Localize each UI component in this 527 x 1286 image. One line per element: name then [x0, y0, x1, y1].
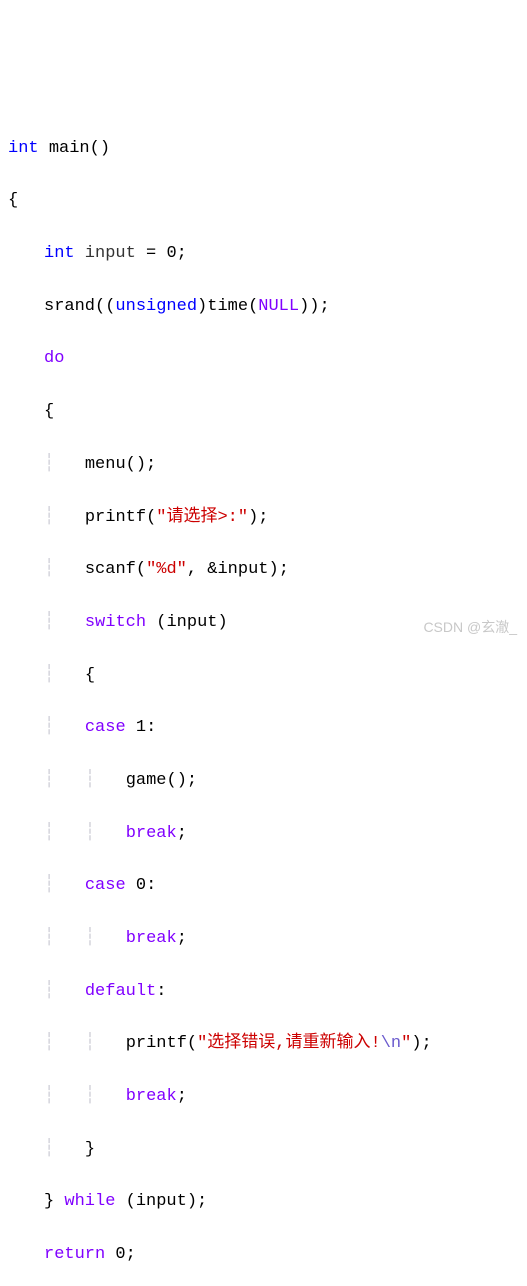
keyword-type: int — [44, 244, 75, 263]
code-line: ┆ } — [8, 1137, 519, 1163]
function-name: main — [49, 139, 90, 158]
keyword-do: do — [44, 349, 64, 368]
keyword-case: case — [85, 876, 126, 895]
code-line: ┆ scanf("%d", &input); — [8, 557, 519, 583]
code-line: ┆ case 1: — [8, 715, 519, 741]
code-line: srand((unsigned)time(NULL)); — [8, 294, 519, 320]
code-line: ┆ ┆ break; — [8, 1084, 519, 1110]
code-line: ┆ ┆ break; — [8, 926, 519, 952]
code-line: { — [8, 399, 519, 425]
code-line: int input = 0; — [8, 241, 519, 267]
keyword-while: while — [64, 1192, 115, 1211]
keyword-break: break — [126, 1087, 177, 1106]
keyword-switch: switch — [85, 613, 146, 632]
code-line: do — [8, 346, 519, 372]
keyword-case: case — [85, 718, 126, 737]
code-line: { — [8, 188, 519, 214]
code-line: ┆ printf("请选择>:"); — [8, 505, 519, 531]
watermark-text: CSDN @玄澈_ — [423, 617, 517, 639]
code-line: ┆ ┆ printf("选择错误,请重新输入!\n"); — [8, 1031, 519, 1057]
keyword-break: break — [126, 824, 177, 843]
code-line: ┆ { — [8, 663, 519, 689]
keyword-return: return — [44, 1245, 105, 1264]
code-line: ┆ menu(); — [8, 452, 519, 478]
code-line: } while (input); — [8, 1189, 519, 1215]
code-block: int main() { int input = 0; srand((unsig… — [8, 109, 519, 1286]
code-line: ┆ ┆ game(); — [8, 768, 519, 794]
code-line: return 0; — [8, 1242, 519, 1268]
code-line: ┆ case 0: — [8, 873, 519, 899]
keyword-default: default — [85, 982, 156, 1001]
keyword-type: int — [8, 139, 39, 158]
keyword-break: break — [126, 929, 177, 948]
code-line: int main() — [8, 136, 519, 162]
code-line: ┆ default: — [8, 979, 519, 1005]
code-line: ┆ ┆ break; — [8, 821, 519, 847]
